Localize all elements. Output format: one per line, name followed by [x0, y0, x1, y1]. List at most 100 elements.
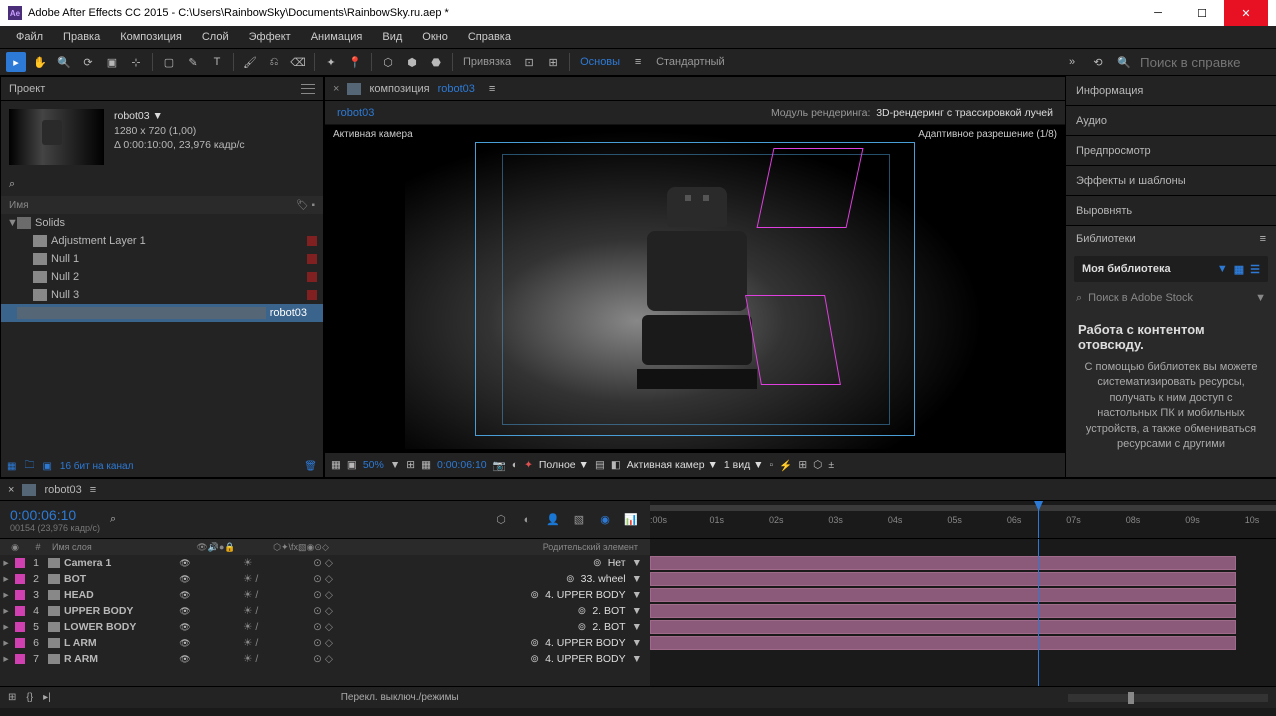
color-mgmt-icon[interactable]: ✦ [524, 459, 533, 471]
switches-modes-toggle[interactable]: Перекл. выключ./режимы [341, 692, 459, 703]
roto-tool[interactable]: ✦ [321, 52, 341, 72]
menu-справка[interactable]: Справка [458, 28, 521, 46]
stock-search[interactable]: ⌕Поиск в Adobe Stock▼ [1066, 286, 1276, 310]
column-tag-icon[interactable]: 🏷 [296, 200, 309, 211]
draft-3d-icon[interactable]: ◐ [518, 511, 536, 529]
selection-tool[interactable]: ▸ [6, 52, 26, 72]
project-item[interactable]: robot03 [1, 304, 323, 322]
panel-menu-icon[interactable] [301, 84, 315, 94]
preview-panel[interactable]: Предпросмотр [1066, 136, 1276, 166]
quality-dropdown[interactable]: Полное ▼ [539, 459, 589, 471]
project-list[interactable]: ▼SolidsAdjustment Layer 1Null 1Null 2Nul… [1, 214, 323, 455]
shy-icon[interactable]: 👤 [544, 511, 562, 529]
axis-local-icon[interactable]: ⬡ [378, 52, 398, 72]
expand-icon[interactable]: {} [26, 692, 33, 703]
minimize-button[interactable]: ─ [1136, 0, 1180, 26]
trash-icon[interactable]: 🗑 [304, 461, 317, 472]
project-item[interactable]: Null 2 [1, 268, 323, 286]
search-icon[interactable]: ⌕ [110, 513, 116, 526]
project-item[interactable]: Null 3 [1, 286, 323, 304]
panel-menu-icon[interactable]: ≡ [1260, 233, 1266, 245]
info-panel[interactable]: Информация [1066, 76, 1276, 106]
layer-row[interactable]: ▸1Camera 1👁☀⊙◇⊚Нет▼ [0, 555, 650, 571]
flowchart-icon[interactable]: ⬡ [813, 459, 822, 471]
column-type-icon[interactable]: ▪ [311, 200, 315, 211]
layer-row[interactable]: ▸4UPPER BODY👁☀/⊙◇⊚2. BOT▼ [0, 603, 650, 619]
layer-row[interactable]: ▸5LOWER BODY👁☀/⊙◇⊚2. BOT▼ [0, 619, 650, 635]
pixel-aspect-icon[interactable]: ▫ [770, 459, 774, 471]
rotate-tool[interactable]: ⟳ [78, 52, 98, 72]
comp-flowchart-icon[interactable]: ⬡ [492, 511, 510, 529]
axis-world-icon[interactable]: ⬢ [402, 52, 422, 72]
zoom-tool[interactable]: 🔍 [54, 52, 74, 72]
help-search-input[interactable] [1140, 55, 1270, 70]
timecode-display[interactable]: 0:00:06:10 [437, 459, 487, 471]
new-comp-icon[interactable]: ▣ [42, 461, 51, 472]
timeline-icon[interactable]: ⊞ [798, 459, 807, 471]
magnify-icon[interactable]: ▦ [331, 459, 341, 471]
close-tab-icon[interactable]: × [8, 484, 14, 496]
layer-row[interactable]: ▸3HEAD👁☀/⊙◇⊚4. UPPER BODY▼ [0, 587, 650, 603]
toggle-icon[interactable]: ⊞ [8, 692, 16, 703]
menu-композиция[interactable]: Композиция [110, 28, 192, 46]
snap-toggle[interactable]: ⊡ [519, 52, 539, 72]
panel-menu-icon[interactable]: ≡ [90, 484, 96, 496]
snapshot-icon[interactable]: 📷 [493, 459, 506, 472]
workspace-label[interactable]: Стандартный [656, 56, 725, 68]
fast-preview-icon[interactable]: ⚡ [779, 459, 792, 472]
menu-эффект[interactable]: Эффект [239, 28, 301, 46]
exposure-icon[interactable]: ± [828, 459, 834, 471]
project-item[interactable]: ▼Solids [1, 214, 323, 232]
timeline-tracks[interactable] [650, 539, 1276, 686]
align-panel[interactable]: Выровнять [1066, 196, 1276, 226]
close-tab-icon[interactable]: × [333, 83, 339, 95]
time-ruler[interactable]: :00s01s02s03s04s05s06s07s08s09s10s [650, 501, 1276, 538]
basics-menu-icon[interactable]: ≡ [628, 52, 648, 72]
zoom-value[interactable]: 50% [363, 459, 384, 471]
resolution-icon[interactable]: ⊞ [406, 459, 415, 471]
text-tool[interactable]: T [207, 52, 227, 72]
views-dropdown[interactable]: 1 вид ▼ [724, 459, 764, 471]
pan-behind-tool[interactable]: ⊹ [126, 52, 146, 72]
puppet-tool[interactable]: 📍 [345, 52, 365, 72]
menu-правка[interactable]: Правка [53, 28, 110, 46]
channel-icon[interactable]: ◐ [512, 459, 518, 471]
menu-слой[interactable]: Слой [192, 28, 239, 46]
pen-tool[interactable]: ✎ [183, 52, 203, 72]
grid-icon[interactable]: ▣ [347, 459, 357, 471]
current-time[interactable]: 0:00:06:10 [10, 507, 100, 523]
clone-tool[interactable]: ⎌ [264, 52, 284, 72]
bit-depth[interactable]: 16 бит на канал [60, 461, 134, 472]
eraser-tool[interactable]: ⌫ [288, 52, 308, 72]
mask-icon[interactable]: ◧ [611, 459, 621, 471]
project-item[interactable]: Adjustment Layer 1 [1, 232, 323, 250]
playhead[interactable] [1038, 501, 1039, 538]
frame-blend-icon[interactable]: ▧ [570, 511, 588, 529]
camera-dropdown[interactable]: Активная камер ▼ [627, 459, 718, 471]
workspace-overflow[interactable]: » [1062, 52, 1082, 72]
snap-options[interactable]: ⊞ [543, 52, 563, 72]
menu-анимация[interactable]: Анимация [301, 28, 373, 46]
basics-link[interactable]: Основы [580, 56, 620, 68]
motion-blur-icon[interactable]: ◉ [596, 511, 614, 529]
brush-tool[interactable]: 🖌 [240, 52, 260, 72]
layer-row[interactable]: ▸7R ARM👁☀/⊙◇⊚4. UPPER BODY▼ [0, 651, 650, 667]
graph-editor-icon[interactable]: 📊 [622, 511, 640, 529]
project-search-input[interactable] [21, 177, 315, 192]
sync-icon[interactable]: ⟲ [1088, 52, 1108, 72]
hand-tool[interactable]: ✋ [30, 52, 50, 72]
menu-файл[interactable]: Файл [6, 28, 53, 46]
menu-окно[interactable]: Окно [412, 28, 458, 46]
rectangle-tool[interactable]: ▢ [159, 52, 179, 72]
layer-row[interactable]: ▸6L ARM👁☀/⊙◇⊚4. UPPER BODY▼ [0, 635, 650, 651]
composition-tab[interactable]: robot03 [337, 107, 374, 119]
timeline-tab[interactable]: robot03 [44, 484, 81, 496]
layer-row[interactable]: ▸2BOT👁☀/⊙◇⊚33. wheel▼ [0, 571, 650, 587]
menu-вид[interactable]: Вид [372, 28, 412, 46]
axis-view-icon[interactable]: ⬣ [426, 52, 446, 72]
camera-tool[interactable]: ▣ [102, 52, 122, 72]
brackets-icon[interactable]: ▸| [43, 692, 51, 703]
interpret-footage-icon[interactable]: ▦ [7, 461, 16, 472]
timeline-zoom-slider[interactable] [1068, 694, 1268, 702]
panel-menu-icon[interactable]: ≡ [489, 83, 495, 95]
